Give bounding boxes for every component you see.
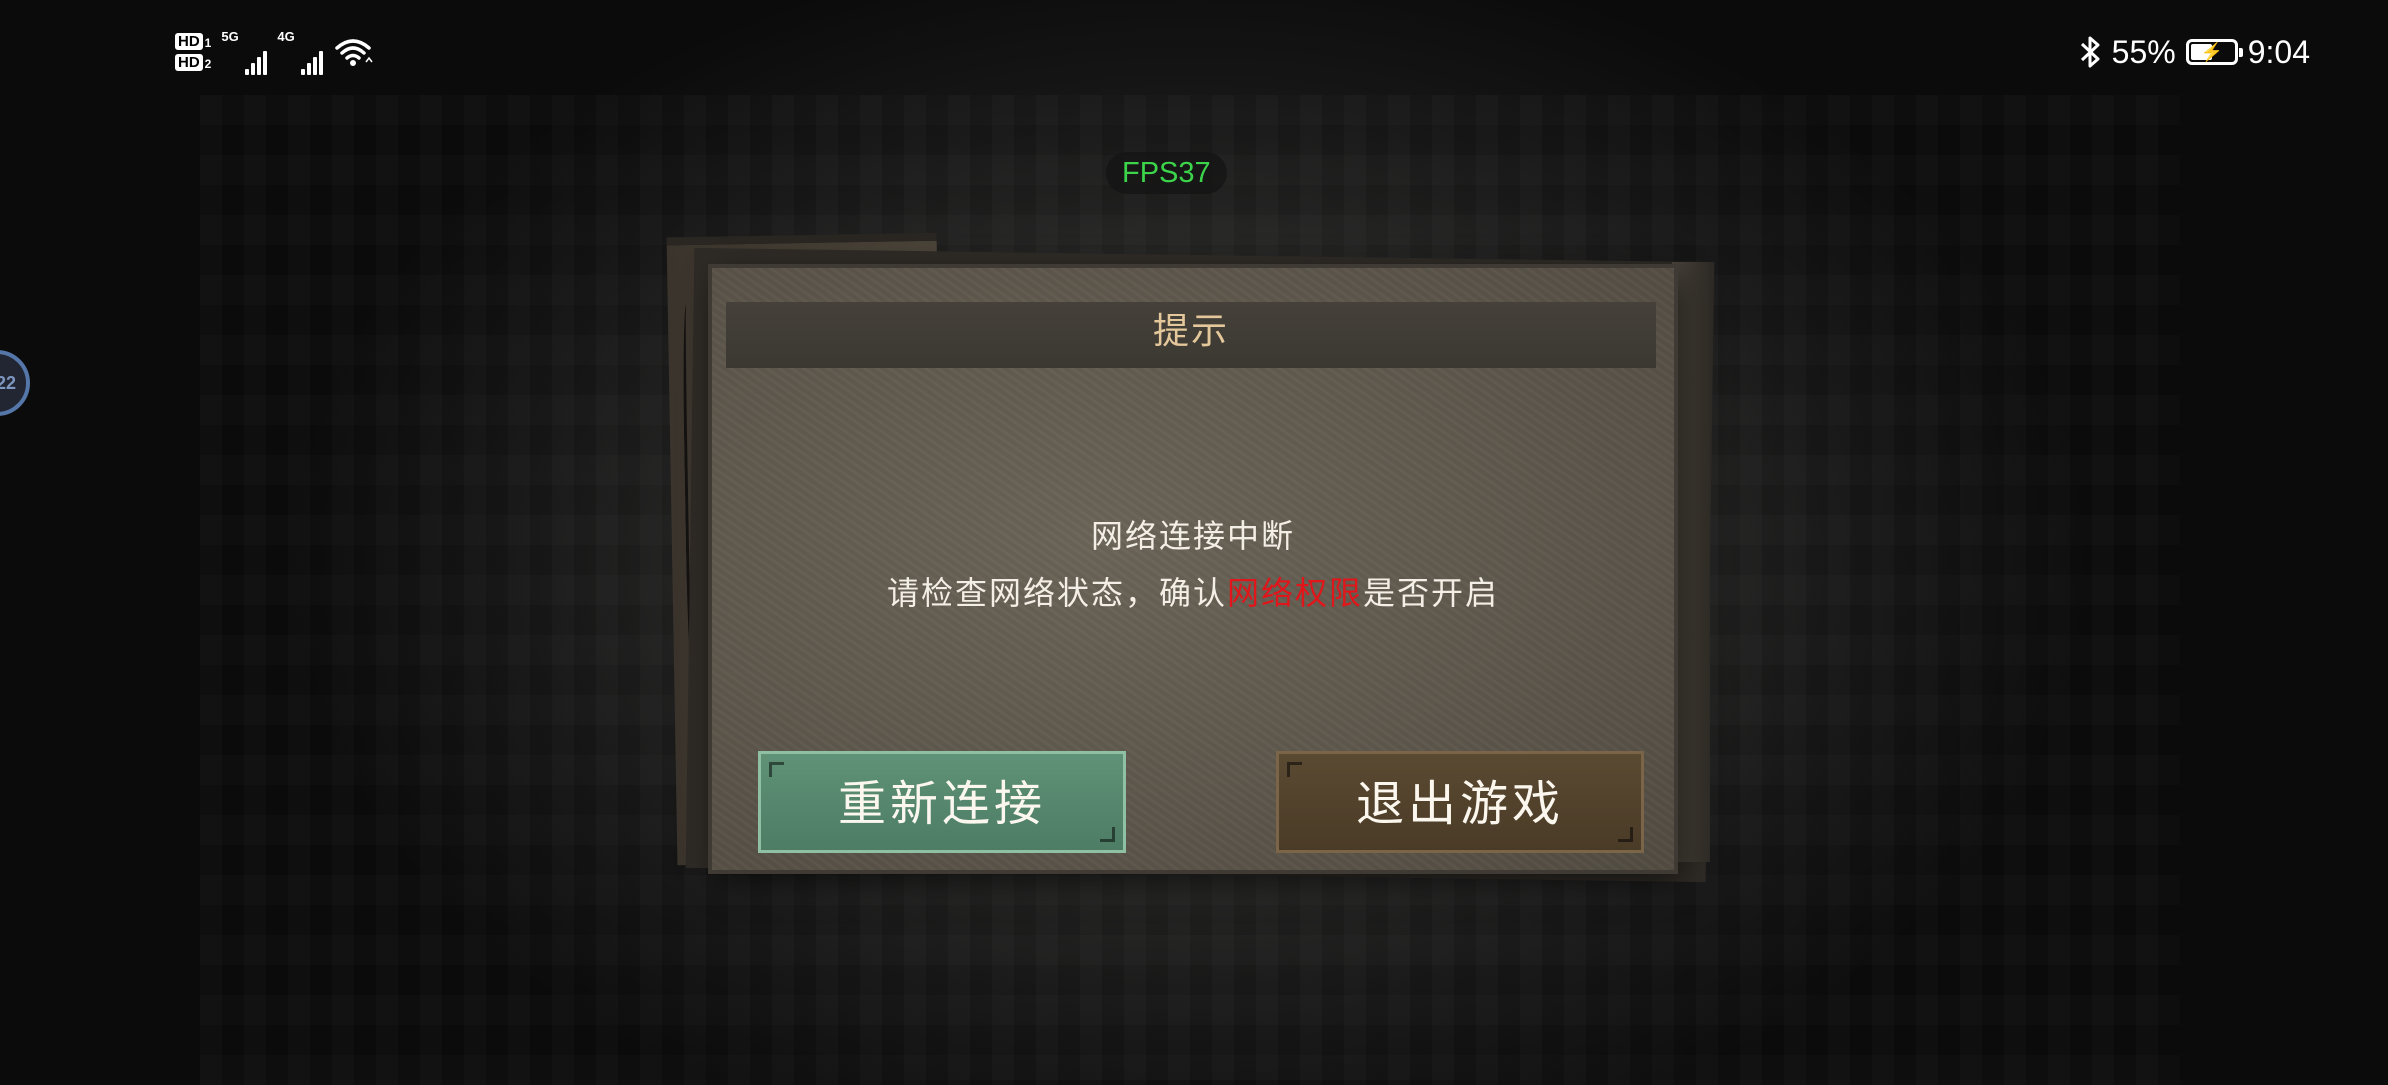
network2-label: 4G	[277, 29, 295, 44]
network1-label: 5G	[221, 29, 239, 44]
dialog-title-bar: 提示	[726, 302, 1656, 368]
message-suffix: 是否开启	[1363, 574, 1500, 612]
status-right: 55% ⚡ 9:04	[2078, 22, 2310, 82]
signal-5g-icon: 5G	[221, 29, 268, 75]
dialog-message-line1: 网络连接中断	[1090, 517, 1295, 555]
exit-game-button[interactable]: 退出游戏	[1276, 751, 1644, 853]
message-prefix: 请检查网络状态，确认	[886, 574, 1227, 612]
sim2-indicator: HD 2	[175, 54, 211, 71]
status-left: HD 1 HD 2 5G 4G	[175, 22, 373, 82]
battery-percent: 55%	[2111, 33, 2176, 70]
wifi-icon	[335, 39, 373, 66]
sim1-index: 1	[204, 36, 212, 50]
charging-bolt-icon: ⚡	[2200, 42, 2223, 62]
sim2-index: 2	[204, 57, 212, 71]
dialog-message-line2: 请检查网络状态，确认网络权限是否开启	[712, 568, 1674, 614]
dialog-torn-edge	[1672, 262, 1710, 862]
sim1-hd-icon: HD	[175, 33, 203, 50]
bluetooth-icon	[2080, 36, 2100, 68]
signal-4g-icon: 4G	[277, 29, 324, 75]
battery-icon: ⚡	[2185, 39, 2243, 65]
reconnect-button[interactable]: 重新连接	[758, 751, 1126, 853]
sim-indicators: HD 1 HD 2	[175, 33, 211, 71]
status-bar: HD 1 HD 2 5G 4G 55% ⚡ 9:04	[0, 0, 2388, 100]
sim2-hd-icon: HD	[175, 54, 203, 71]
clock: 9:04	[2247, 33, 2310, 70]
fps-counter: FPS37	[1106, 152, 1227, 194]
network-permission-highlight: 网络权限	[1226, 574, 1363, 612]
dialog-panel: 提示 网络连接中断 请检查网络状态，确认网络权限是否开启 重新连接 退出游戏	[712, 268, 1674, 870]
sim1-indicator: HD 1	[175, 33, 211, 50]
dialog-title: 提示	[1152, 311, 1229, 352]
